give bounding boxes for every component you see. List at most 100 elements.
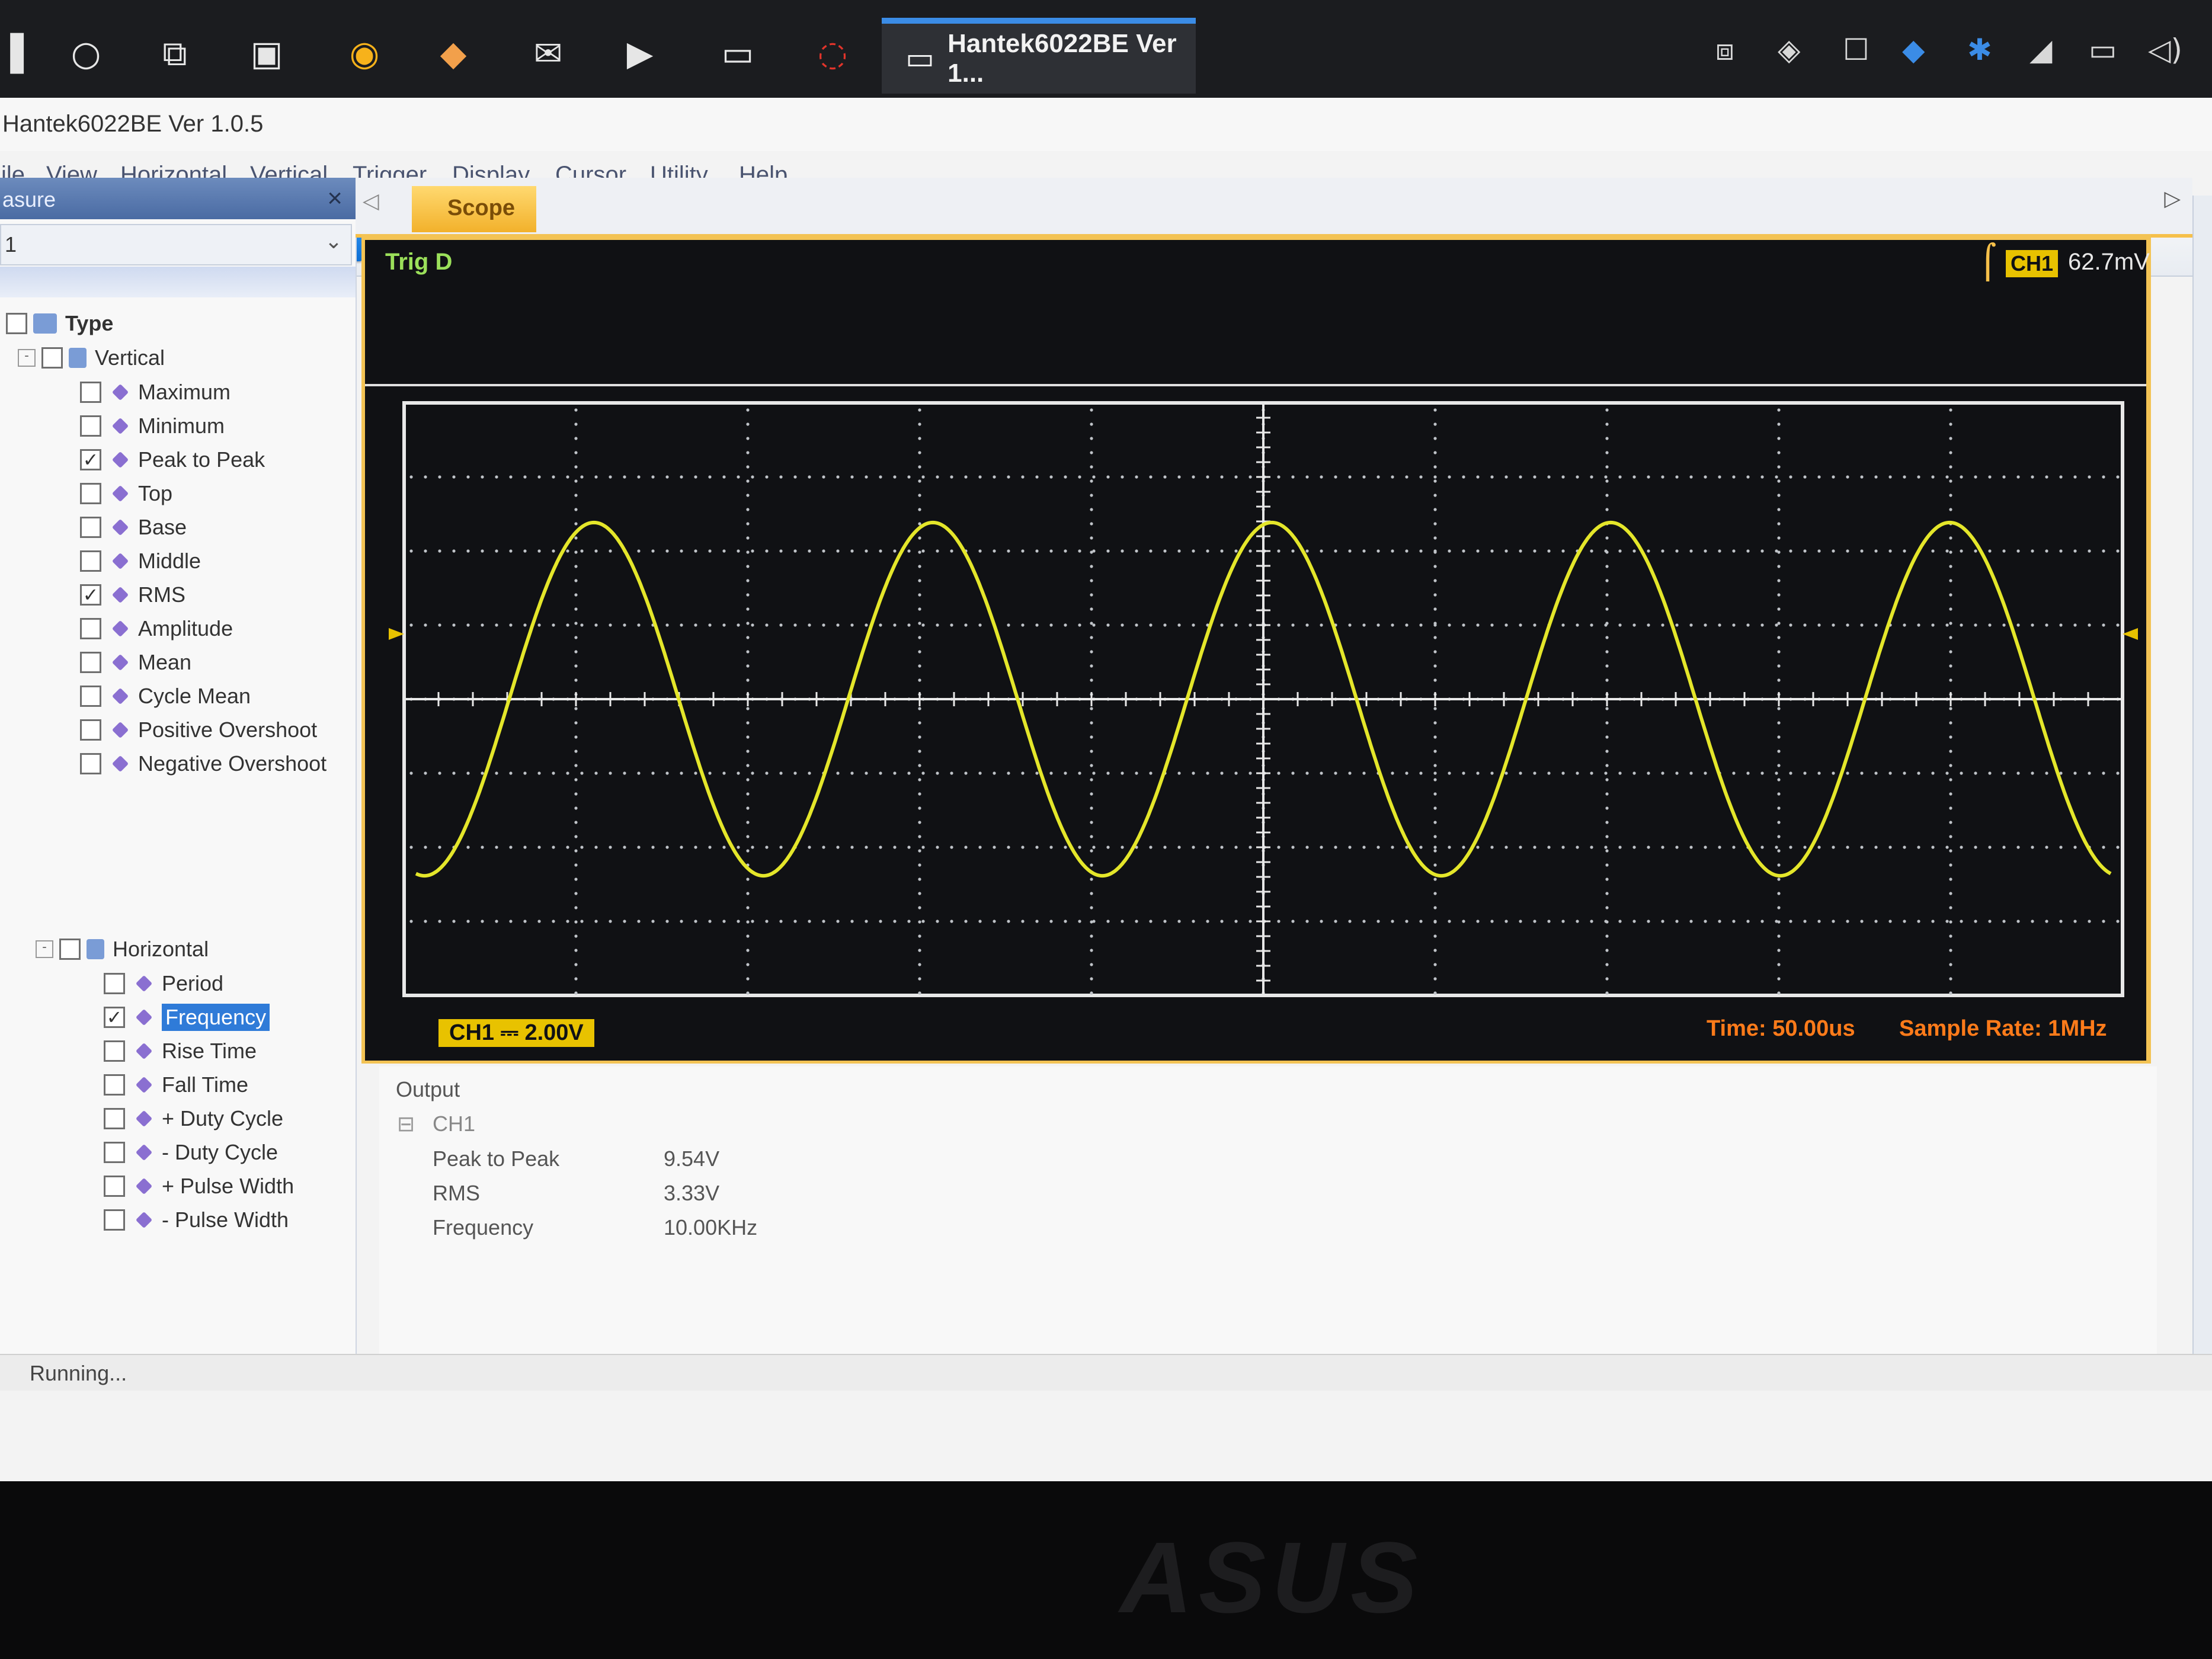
measure-item[interactable]: Fall Time (104, 1069, 248, 1100)
collapse-icon[interactable]: - (36, 940, 53, 958)
mail-icon[interactable]: ✉ (524, 30, 572, 77)
store-icon[interactable]: ▣ (243, 30, 290, 77)
shield-icon[interactable]: ◆ (1902, 33, 1925, 67)
measure-item-checkbox[interactable] (104, 973, 125, 994)
measure-item-checkbox[interactable] (80, 550, 101, 572)
measure-item[interactable]: + Duty Cycle (104, 1103, 283, 1134)
waveform-display[interactable] (365, 278, 2146, 1013)
measure-item-checkbox[interactable] (80, 753, 101, 774)
measure-item-checkbox[interactable] (104, 1142, 125, 1163)
measure-item-checkbox[interactable] (104, 1209, 125, 1231)
measure-item[interactable]: ✓ Frequency (104, 1002, 270, 1033)
measure-item[interactable]: - Pulse Width (104, 1205, 289, 1235)
measure-item[interactable]: Base (80, 512, 187, 543)
grid-dot (1090, 877, 1093, 881)
ch1-level-marker[interactable] (389, 628, 404, 640)
grid-dot (1433, 963, 1437, 966)
measure-item-checkbox[interactable] (104, 1074, 125, 1096)
measure-item-checkbox[interactable] (80, 382, 101, 403)
measure-item[interactable]: Maximum (80, 377, 231, 408)
measure-item-checkbox[interactable] (80, 618, 101, 639)
measure-item-checkbox[interactable]: ✓ (80, 584, 101, 606)
window-icon[interactable]: ☐ (1843, 33, 1870, 67)
measure-item-checkbox[interactable]: ✓ (104, 1007, 125, 1028)
grid-dot (737, 623, 740, 627)
grid-dot (1433, 934, 1437, 938)
measure-item[interactable]: Positive Overshoot (80, 715, 317, 745)
grid-dot (1860, 475, 1864, 479)
measure-item-checkbox[interactable] (80, 483, 101, 504)
defender-icon[interactable]: ◈ (1778, 33, 1800, 67)
measure-item[interactable]: Rise Time (104, 1036, 257, 1066)
grid-dot (746, 522, 750, 526)
grid-dot (1777, 579, 1781, 582)
tree-group-vertical[interactable]: - Vertical (18, 342, 165, 373)
tab-scope[interactable]: Scope (412, 186, 536, 232)
grid-dot (1078, 549, 1081, 553)
measure-item-checkbox[interactable]: ✓ (80, 449, 101, 470)
chrome-icon[interactable]: ◉ (341, 30, 388, 77)
measure-item[interactable]: ✓ RMS (80, 579, 185, 610)
media-icon[interactable]: ▶ (616, 30, 664, 77)
grid-dot (1320, 920, 1323, 923)
tab-scroll-left-icon[interactable]: ◁ (363, 188, 379, 213)
task-view-icon[interactable]: ⧉ (151, 30, 199, 77)
measure-item-checkbox[interactable] (104, 1108, 125, 1129)
tab-scroll-right-icon[interactable]: ▷ (2164, 186, 2181, 211)
measure-item-checkbox[interactable] (80, 415, 101, 437)
grid-dot (779, 623, 783, 627)
active-window-button[interactable]: ▭ Hantek6022BE Ver 1... (882, 18, 1196, 94)
measure-item-checkbox[interactable] (80, 517, 101, 538)
horizontal-checkbox[interactable] (59, 939, 81, 960)
grid-dot (2002, 771, 2006, 775)
measure-item[interactable]: Top (80, 478, 172, 509)
battery-icon[interactable]: ▭ (2089, 33, 2117, 67)
grid-dot (1320, 845, 1323, 849)
measure-item[interactable]: ✓ Peak to Peak (80, 444, 265, 475)
monitor-icon[interactable]: ▭ (714, 30, 761, 77)
grid-dot (708, 771, 712, 775)
volume-icon[interactable]: ◁) (2148, 33, 2182, 67)
measure-item-checkbox[interactable] (80, 686, 101, 707)
measure-item-checkbox[interactable] (80, 652, 101, 673)
grid-dot (1490, 475, 1494, 479)
opera-icon[interactable]: ◌ (809, 30, 856, 77)
measure-item[interactable]: - Duty Cycle (104, 1137, 278, 1168)
grid-dot (1777, 863, 1781, 867)
grid-dot (1305, 623, 1309, 627)
grid-dot (1732, 475, 1736, 479)
network-icon[interactable]: ⧈ (1715, 33, 1734, 68)
grid-dot (765, 845, 769, 849)
measure-item[interactable]: + Pulse Width (104, 1171, 294, 1202)
measure-item[interactable]: Minimum (80, 411, 225, 441)
type-checkbox[interactable] (6, 313, 27, 334)
measure-item-checkbox[interactable] (104, 1176, 125, 1197)
bluetooth-icon[interactable]: ✱ (1967, 33, 1992, 67)
collapse-icon[interactable]: - (18, 349, 36, 367)
trigger-level-marker[interactable] (2123, 628, 2138, 640)
grid-dot (1777, 934, 1781, 938)
measure-item[interactable]: Amplitude (80, 613, 233, 644)
grid-dot (574, 750, 578, 753)
windows-start-icon[interactable]: ▌ (0, 30, 47, 77)
grid-dot (1777, 522, 1781, 526)
collapse-icon[interactable]: ⊟ (397, 1112, 415, 1136)
measure-item[interactable]: Negative Overshoot (80, 748, 326, 779)
cortana-icon[interactable]: ○ (62, 30, 110, 77)
tree-group-horizontal[interactable]: - Horizontal (36, 934, 209, 965)
measure-item[interactable]: Cycle Mean (80, 681, 251, 712)
measure-item-checkbox[interactable] (104, 1040, 125, 1062)
grid-dot (746, 707, 750, 710)
measure-item[interactable]: Middle (80, 546, 201, 577)
tree-root-type[interactable]: Type (6, 308, 113, 339)
measure-item[interactable]: Period (104, 968, 223, 999)
paint-icon[interactable]: ◆ (430, 30, 477, 77)
close-icon[interactable]: × (327, 184, 342, 213)
wifi-icon[interactable]: ◢ (2029, 33, 2052, 67)
measure-item[interactable]: Mean (80, 647, 191, 678)
measure-item-checkbox[interactable] (80, 719, 101, 741)
channel-select[interactable]: 1 ⌄ (0, 224, 352, 265)
grid-dot (1561, 475, 1565, 479)
vertical-checkbox[interactable] (41, 347, 63, 369)
grid-dot (665, 845, 669, 849)
